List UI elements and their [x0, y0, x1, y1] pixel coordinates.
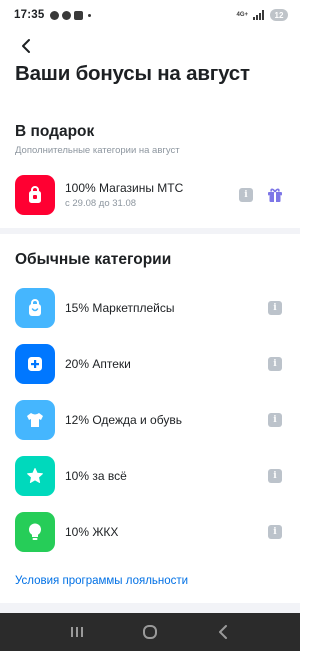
gift-category-label: 100% Магазины МТС [65, 181, 184, 195]
back-nav-icon [219, 625, 228, 639]
gift-section-subtitle: Дополнительные категории на август [15, 145, 180, 156]
gift-category-dates: с 29.08 до 31.08 [65, 198, 137, 209]
signal-icon [253, 10, 264, 20]
category-row[interactable]: 15% Маркетплейсы i [15, 288, 287, 328]
info-icon[interactable]: i [239, 188, 253, 202]
info-icon[interactable]: i [268, 357, 282, 371]
messenger-icon [62, 10, 72, 20]
system-nav-bar [0, 613, 300, 651]
whatsapp-icon [50, 10, 60, 20]
page-title: Ваши бонусы на август [15, 62, 250, 85]
back-nav-button[interactable] [203, 617, 243, 647]
home-icon [142, 625, 157, 639]
category-label: 10% за всё [65, 469, 127, 483]
star-icon [15, 456, 55, 496]
status-time: 17:35 [14, 9, 45, 21]
lightbulb-icon [15, 512, 55, 552]
tshirt-icon [15, 400, 55, 440]
back-button[interactable] [14, 34, 38, 58]
app-notification-icon [74, 10, 84, 20]
network-indicator: 4G+ [236, 12, 248, 18]
shopping-bag-icon [15, 175, 55, 215]
info-icon[interactable]: i [268, 525, 282, 539]
category-row[interactable]: 12% Одежда и обувь i [15, 400, 287, 440]
category-label: 10% ЖКХ [65, 525, 119, 539]
recent-apps-icon [70, 627, 83, 637]
category-row[interactable]: 10% за всё i [15, 456, 287, 496]
status-notification-icons [50, 10, 92, 20]
category-row[interactable]: 10% ЖКХ i [15, 512, 287, 552]
gift-section: В подарок Дополнительные категории на ав… [0, 112, 300, 228]
info-icon[interactable]: i [268, 469, 282, 483]
battery-indicator: 12 [270, 9, 288, 21]
category-label: 15% Маркетплейсы [65, 301, 175, 315]
status-bar: 17:35 4G+ 12 [0, 0, 300, 30]
gift-category-row[interactable]: 100% Магазины МТС с 29.08 до 31.08 i [15, 175, 287, 215]
status-right: 4G+ 12 [236, 9, 288, 21]
recent-apps-button[interactable] [57, 617, 97, 647]
more-notifications-icon [88, 13, 92, 17]
category-label: 20% Аптеки [65, 357, 131, 371]
bottom-spacer [0, 603, 300, 613]
regular-section-title: Обычные категории [15, 251, 172, 268]
chevron-left-icon [22, 39, 30, 53]
info-icon[interactable]: i [268, 413, 282, 427]
loyalty-terms-link[interactable]: Условия программы лояльности [15, 575, 188, 587]
category-row[interactable]: 20% Аптеки i [15, 344, 287, 384]
home-button[interactable] [130, 617, 170, 647]
gift-icon[interactable] [267, 187, 283, 208]
gift-section-title: В подарок [15, 123, 95, 140]
pharmacy-icon [15, 344, 55, 384]
section-divider [0, 228, 300, 234]
info-icon[interactable]: i [268, 301, 282, 315]
bag-icon [15, 288, 55, 328]
category-label: 12% Одежда и обувь [65, 413, 182, 427]
